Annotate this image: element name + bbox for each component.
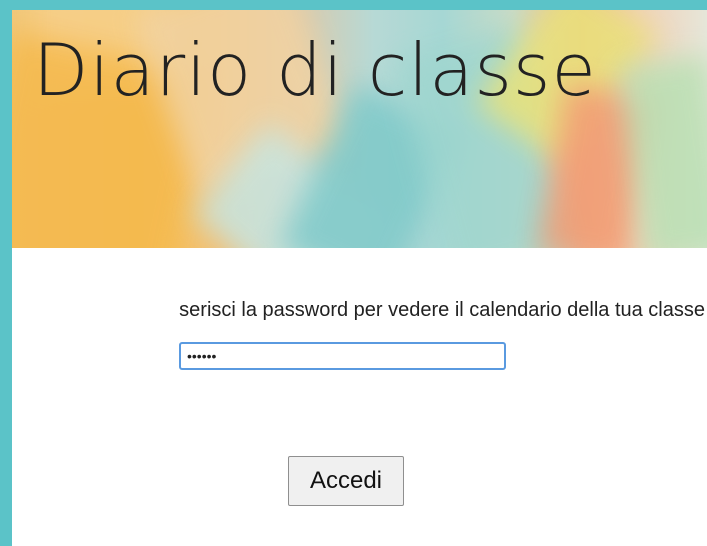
password-field[interactable]: [179, 342, 506, 370]
login-button[interactable]: Accedi: [288, 456, 404, 506]
header-banner: Diario di classe: [12, 10, 707, 248]
page-container: Diario di classe serisci la password per…: [12, 10, 707, 546]
password-prompt: serisci la password per vedere il calend…: [179, 299, 705, 321]
page-title: Diario di classe: [33, 28, 597, 112]
